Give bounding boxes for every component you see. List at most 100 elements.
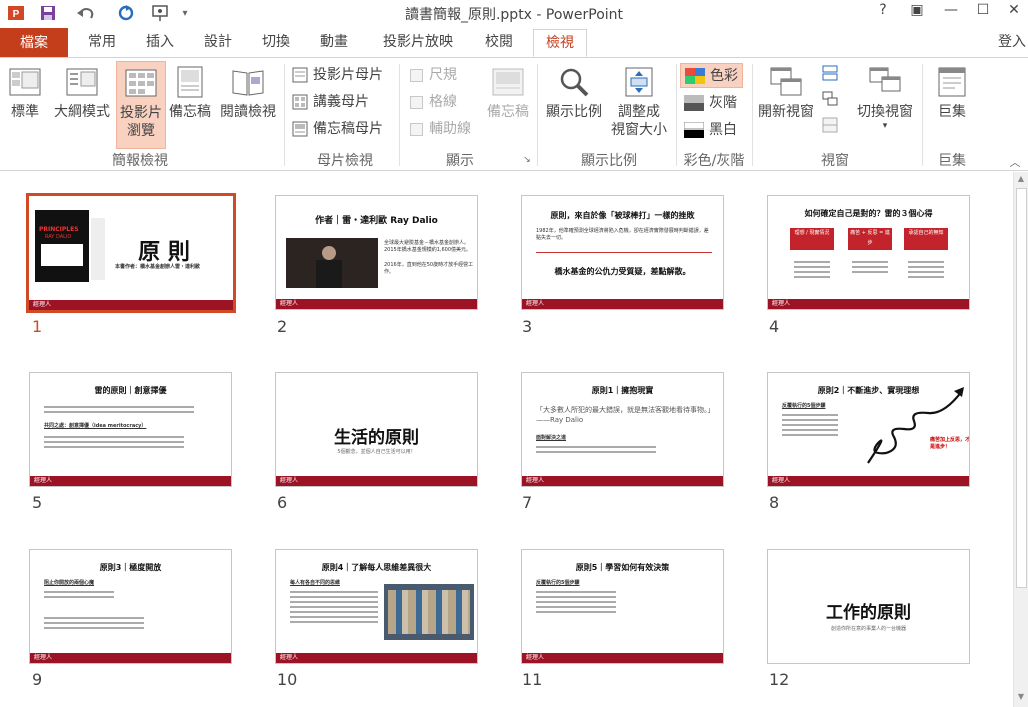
- slide-thumbnail[interactable]: 作者｜雷・達利歐 Ray Dalio 全球最大避險基金－橋水基金創辦人。2015…: [275, 195, 478, 310]
- magnifier-icon: [557, 65, 591, 99]
- group-divider: [284, 64, 285, 166]
- slide-master-icon: [292, 67, 308, 83]
- arrange-all-button[interactable]: [822, 62, 843, 84]
- new-window-icon: [769, 65, 803, 99]
- slide-title: 生活的原則: [334, 428, 419, 448]
- slide-number: 2: [277, 317, 288, 336]
- tab-animations[interactable]: 動畫: [310, 29, 358, 57]
- scrollbar-thumb[interactable]: [1016, 188, 1027, 588]
- color-swatch-icon: [685, 67, 705, 84]
- guides-checkbox[interactable]: 輔助線: [410, 118, 471, 140]
- slide-master-button[interactable]: 投影片母片: [292, 64, 383, 86]
- outline-view-button[interactable]: 大綱模式: [50, 61, 114, 121]
- slide-thumbnail[interactable]: 原則，來自於像「被球棒打」一樣的挫敗 1982年，他準確預測全球經濟將陷入危機，…: [521, 195, 724, 310]
- ribbon-display-options-button[interactable]: ▣: [902, 2, 932, 24]
- group-color-grayscale-label: 彩色/灰階: [683, 153, 745, 169]
- slide-thumbnail[interactable]: 工作的原則 創造你所在意的事業人的一台機器: [767, 549, 970, 664]
- group-macros-label: 巨集: [938, 153, 966, 169]
- switch-windows-button[interactable]: 切換視窗 ▾: [852, 61, 918, 131]
- slide-title: 雷的原則｜創意擇優: [94, 386, 167, 395]
- slide-footer: 經理人: [522, 476, 723, 486]
- tab-home[interactable]: 常用: [78, 29, 126, 57]
- slide-thumbnail[interactable]: 原則3｜極度開放 阻止你開放的兩個心魔 經理人: [29, 549, 232, 664]
- slide-number: 12: [769, 670, 790, 689]
- slide-thumbnail[interactable]: 原則5｜學習如何有效決策 反覆執行的5個步驟 經理人: [521, 549, 724, 664]
- handout-master-button[interactable]: 講義母片: [292, 91, 369, 113]
- slide-title: 如何確定自己是對的？雷的３個心得: [804, 209, 933, 218]
- slide-number: 1: [32, 317, 43, 336]
- slide-thumbnail[interactable]: 原則1｜擁抱現實 「大多數人所犯的最大錯誤，就是無法客觀地看待事物。」——Ray…: [521, 372, 724, 487]
- slide-thumbnail[interactable]: 原則4｜了解每人思維差異很大 每人有各自不同的思維 經理人: [275, 549, 478, 664]
- slide-number: 3: [522, 317, 533, 336]
- slide-number: 8: [769, 493, 780, 512]
- slide-number: 5: [32, 493, 43, 512]
- grayscale-swatch-icon: [684, 95, 704, 111]
- sign-in-link[interactable]: 登入: [998, 31, 1026, 51]
- slide-number: 4: [769, 317, 780, 336]
- close-button[interactable]: ✕: [999, 2, 1028, 24]
- slide-footer: 經理人: [276, 653, 477, 663]
- black-white-button[interactable]: 黑白: [683, 119, 737, 141]
- show-dialog-launcher-icon[interactable]: ↘: [520, 155, 534, 165]
- reading-view-icon: [231, 65, 265, 99]
- scroll-up-icon[interactable]: ▲: [1016, 174, 1026, 184]
- group-zoom-label: 顯示比例: [581, 153, 637, 169]
- vertical-scrollbar[interactable]: ▲ ▼: [1013, 172, 1028, 707]
- collapse-ribbon-icon[interactable]: ︿: [1006, 154, 1024, 170]
- tab-file[interactable]: 檔案: [0, 28, 68, 58]
- move-split-button[interactable]: [822, 114, 843, 136]
- slide-number: 9: [32, 670, 43, 689]
- tab-transitions[interactable]: 切換: [252, 29, 300, 57]
- ruler-checkbox[interactable]: 尺規: [410, 64, 457, 86]
- gridlines-checkbox[interactable]: 格線: [410, 91, 457, 113]
- cascade-button[interactable]: [822, 88, 843, 110]
- slide-title: 工作的原則: [826, 603, 911, 623]
- tab-review[interactable]: 校閱: [474, 29, 524, 57]
- slide-thumbnail[interactable]: PRINCIPLES RAY DALIO 原 則 本書作者：橋水基金創辦人雷・達…: [26, 193, 236, 313]
- growth-arrow-drawing: [867, 387, 964, 464]
- notes-master-icon: [292, 121, 308, 137]
- macros-icon: [935, 65, 969, 99]
- normal-view-button[interactable]: 標準: [4, 61, 46, 121]
- fit-window-icon: [622, 65, 656, 99]
- zoom-button[interactable]: 顯示比例: [542, 61, 606, 121]
- new-window-button[interactable]: 開新視窗: [754, 61, 818, 121]
- group-divider: [537, 64, 538, 166]
- notes-page-button[interactable]: 備忘稿: [166, 61, 214, 121]
- notes-toggle-button[interactable]: 備忘稿: [484, 61, 532, 121]
- slide-sorter-area: PRINCIPLES RAY DALIO 原 則 本書作者：橋水基金創辦人雷・達…: [0, 172, 1013, 707]
- reading-view-button[interactable]: 閱讀檢視: [216, 61, 280, 121]
- slide-sorter-button[interactable]: 投影片 瀏覽: [116, 61, 166, 149]
- slide-footer: 經理人: [522, 299, 723, 309]
- slide-thumbnail[interactable]: 原則2｜不斷進步、實現理想 反覆執行的5個步驟 痛苦加上反思，才是進步！ 經理人: [767, 372, 970, 487]
- grayscale-button[interactable]: 灰階: [684, 92, 737, 114]
- minimize-button[interactable]: —: [936, 2, 966, 24]
- tab-slideshow[interactable]: 投影片放映: [370, 29, 466, 57]
- help-button[interactable]: ?: [868, 2, 898, 24]
- slide-thumbnail[interactable]: 雷的原則｜創意擇優 共同之處：創意擇優（idea meritocracy） 經理…: [29, 372, 232, 487]
- black-white-swatch-icon: [683, 121, 705, 138]
- slide-title: 原則3｜極度開放: [99, 563, 162, 572]
- ribbon-view: 標準 大綱模式 投影片 瀏覽 備忘稿 閱讀檢視 簡報檢視 投影片母片 講義母片 …: [0, 57, 1028, 171]
- slide-footer: 經理人: [522, 653, 723, 663]
- tab-insert[interactable]: 插入: [136, 29, 184, 57]
- color-button[interactable]: 色彩: [680, 63, 743, 88]
- chevron-down-icon: ▾: [882, 121, 888, 131]
- slide-thumbnail[interactable]: 如何確定自己是對的？雷的３個心得 理想 / 現實情況 痛苦 + 反思 = 進步 …: [767, 195, 970, 310]
- slide-footer: 經理人: [768, 299, 969, 309]
- macros-button[interactable]: 巨集: [928, 61, 976, 121]
- slide-title: 原則，來自於像「被球棒打」一樣的挫敗: [550, 211, 695, 220]
- maximize-button[interactable]: ☐: [968, 2, 998, 24]
- slide-footer: 經理人: [768, 476, 969, 486]
- scroll-down-icon[interactable]: ▼: [1016, 692, 1026, 702]
- fit-to-window-button[interactable]: 調整成 視窗大小: [606, 61, 672, 139]
- outline-view-icon: [65, 65, 99, 99]
- slide-thumbnail[interactable]: 生活的原則 5個觀念，並個人自己生活可以用！ 經理人: [275, 372, 478, 487]
- slide-title: 原則1｜擁抱現實: [591, 386, 654, 395]
- slide-footer: 經理人: [30, 653, 231, 663]
- group-divider: [922, 64, 923, 166]
- tab-design[interactable]: 設計: [194, 29, 242, 57]
- notes-icon: [491, 65, 525, 99]
- notes-master-button[interactable]: 備忘稿母片: [292, 118, 383, 140]
- tab-view[interactable]: 檢視: [533, 29, 587, 57]
